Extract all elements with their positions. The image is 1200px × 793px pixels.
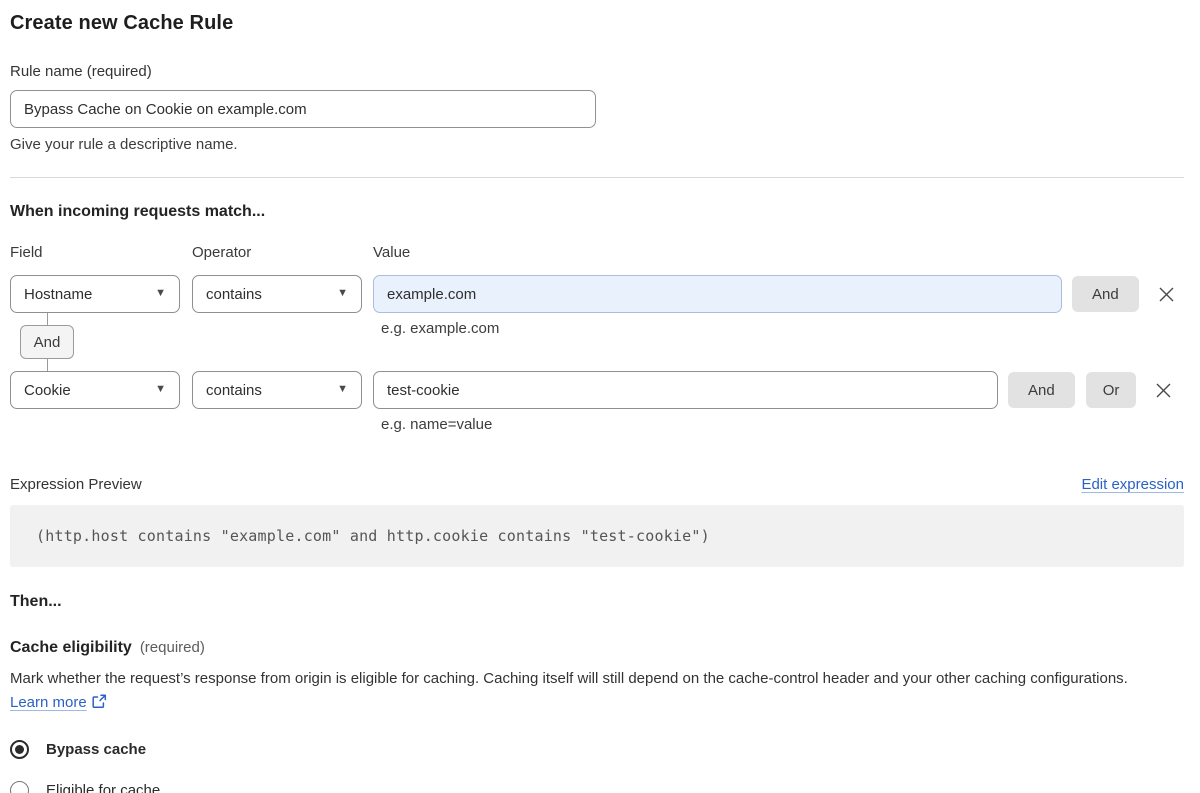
cache-eligibility-heading: Cache eligibility [10,639,132,656]
create-cache-rule-page: Create new Cache Rule Rule name (require… [0,0,1200,793]
connector-column: And [10,313,373,371]
radio-selected-icon [10,740,29,759]
match-heading: When incoming requests match... [10,203,266,220]
radio-unselected-icon [10,781,29,793]
radio-option-bypass-cache[interactable]: Bypass cache [10,740,1184,759]
rule-name-label: Rule name (required) [10,63,152,80]
learn-more-link[interactable]: Learn more [10,694,87,711]
field-select-2[interactable]: Cookie ▼ [10,371,180,409]
connector-line-bottom [47,359,48,371]
operator-select-1-value: contains [206,285,262,303]
and-button-row-1[interactable]: And [1072,276,1139,312]
or-button-row-2[interactable]: Or [1085,372,1137,408]
condition-row-1: Hostname ▼ contains ▼ And [10,275,1184,313]
rule-name-input[interactable] [10,90,596,128]
description-text: Mark whether the request’s response from… [10,670,1128,687]
rule-name-group: Rule name (required) Give your rule a de… [10,63,1184,153]
radio-option-eligible-for-cache[interactable]: Eligible for cache [10,781,1184,793]
chevron-down-icon: ▼ [155,287,166,300]
close-icon [1159,287,1174,301]
expression-preview-label: Expression Preview [10,476,142,493]
operator-select-1[interactable]: contains ▼ [192,275,362,313]
value-hint-1: e.g. example.com [381,320,500,337]
value-input-2[interactable] [373,371,998,409]
connector-line-top [47,313,48,325]
expression-code: (http.host contains "example.com" and ht… [36,527,710,545]
edit-expression-link[interactable]: Edit expression [1081,476,1184,493]
operator-select-2[interactable]: contains ▼ [192,371,362,409]
value-input-1[interactable] [373,275,1062,313]
chevron-down-icon: ▼ [337,287,348,300]
section-divider [10,177,1184,178]
field-select-1-value: Hostname [24,285,93,303]
operator-column-label: Operator [192,244,252,261]
expression-preview-box: (http.host contains "example.com" and ht… [10,505,1184,567]
connector-block: And e.g. example.com [10,313,1184,371]
field-select-2-value: Cookie [24,381,71,399]
cache-eligibility-description: Mark whether the request’s response from… [10,667,1170,717]
external-link-icon [92,693,107,717]
rule-name-helper: Give your rule a descriptive name. [10,136,238,153]
chevron-down-icon: ▼ [155,383,166,396]
then-heading: Then... [10,593,62,610]
builder-column-labels: Field Operator Value [10,244,1184,261]
expression-header: Expression Preview Edit expression [10,476,1184,493]
radio-label-bypass-cache: Bypass cache [46,741,147,758]
condition-row-2: Cookie ▼ contains ▼ And Or [10,371,1184,409]
and-button-row-2[interactable]: And [1008,372,1075,408]
cache-eligibility-heading-row: Cache eligibility (required) [10,639,1184,657]
operator-select-2-value: contains [206,381,262,399]
value-column-label: Value [373,244,411,261]
radio-label-eligible-for-cache: Eligible for cache [46,782,161,793]
required-note: (required) [139,639,205,656]
connector-and-button[interactable]: And [20,325,74,359]
remove-condition-button-1[interactable] [1156,284,1177,305]
page-title: Create new Cache Rule [10,12,234,34]
field-select-1[interactable]: Hostname ▼ [10,275,180,313]
remove-condition-button-2[interactable] [1153,380,1174,401]
field-column-label: Field [10,244,43,261]
close-icon [1156,383,1171,397]
chevron-down-icon: ▼ [337,383,348,396]
value-hint-2: e.g. name=value [381,416,493,433]
